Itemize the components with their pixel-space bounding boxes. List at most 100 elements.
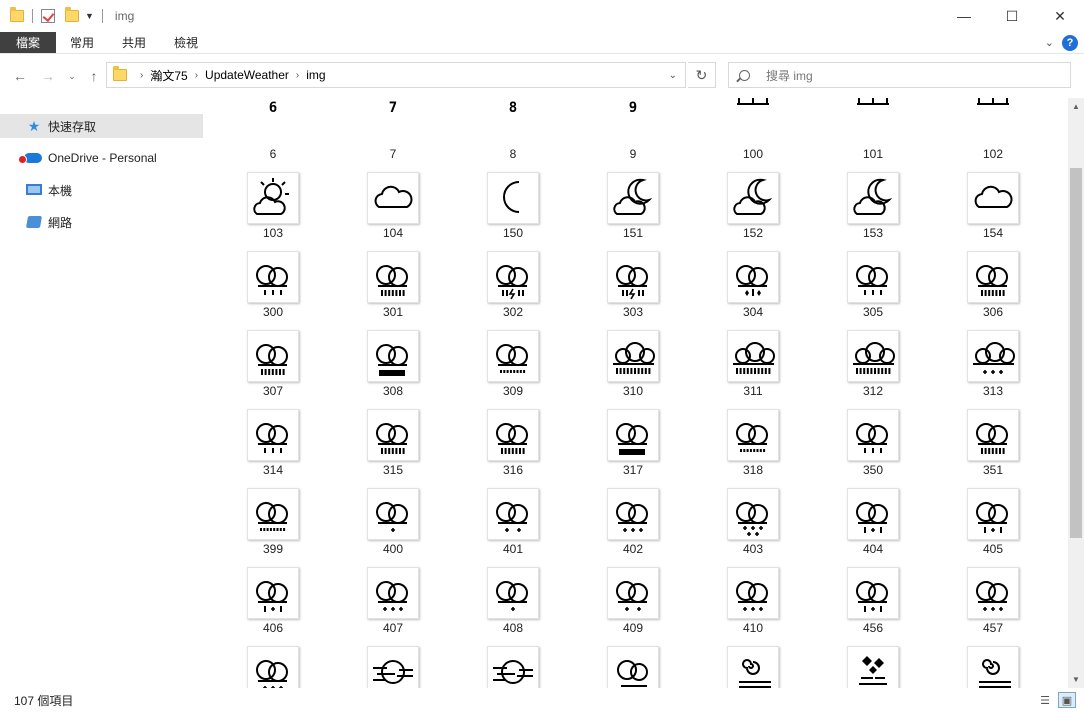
tab-file[interactable]: 檔案	[0, 32, 57, 53]
file-item[interactable]: 504	[840, 628, 960, 688]
file-item[interactable]: 350	[840, 391, 960, 477]
file-item[interactable]: 304	[720, 233, 840, 319]
file-item[interactable]: 153	[840, 154, 960, 240]
breadcrumb-item[interactable]: UpdateWeather	[205, 68, 289, 82]
file-item[interactable]: 104	[360, 154, 480, 240]
vertical-scrollbar[interactable]: ▲ ▼	[1068, 98, 1084, 688]
file-item[interactable]: 501	[480, 628, 600, 688]
file-item[interactable]: 306	[960, 233, 1068, 319]
file-item[interactable]: 351	[960, 391, 1068, 477]
file-item[interactable]: 456	[840, 549, 960, 635]
file-item[interactable]: 402	[600, 470, 720, 556]
new-folder-icon[interactable]	[65, 7, 79, 22]
file-item[interactable]: 312	[840, 312, 960, 398]
large-icons-view-icon[interactable]: ▣	[1058, 692, 1076, 708]
expand-ribbon-icon[interactable]: ⌄	[1045, 36, 1054, 49]
file-item[interactable]: 410	[720, 549, 840, 635]
file-item[interactable]: 457	[960, 549, 1068, 635]
weather-snow-many-icon	[727, 488, 779, 540]
file-item[interactable]: 305	[840, 233, 960, 319]
nav-item-this-pc[interactable]: 本機	[0, 178, 203, 202]
weather-digit-icon: 6	[247, 98, 299, 146]
file-item[interactable]: 99	[600, 98, 720, 161]
file-item[interactable]: 507	[960, 628, 1068, 688]
chevron-right-icon[interactable]: ›	[296, 70, 299, 81]
file-item[interactable]: 318	[720, 391, 840, 477]
nav-item-label: 快速存取	[48, 119, 97, 134]
file-item[interactable]: 307	[240, 312, 360, 398]
file-item[interactable]: 154	[960, 154, 1068, 240]
file-item[interactable]: 500	[360, 628, 480, 688]
scroll-down-icon[interactable]: ▼	[1068, 671, 1084, 688]
properties-icon[interactable]	[41, 9, 55, 23]
chevron-right-icon[interactable]: ›	[140, 70, 143, 81]
file-item[interactable]: 100	[720, 98, 840, 161]
file-item[interactable]: 308	[360, 312, 480, 398]
tab-share[interactable]: 共用	[108, 32, 160, 53]
file-item[interactable]: 103	[240, 154, 360, 240]
forward-button[interactable]: →	[36, 64, 60, 88]
weather-rain-light-icon	[247, 409, 299, 461]
recent-locations-icon[interactable]: ⌄	[60, 64, 84, 88]
star-icon: ★	[27, 118, 41, 134]
file-item[interactable]: 300	[240, 233, 360, 319]
scroll-up-icon[interactable]: ▲	[1068, 98, 1084, 115]
details-view-icon[interactable]: ☰	[1036, 692, 1054, 708]
address-bar[interactable]: › 瀚文75 › UpdateWeather › img ⌄	[106, 62, 686, 88]
file-item[interactable]: 407	[360, 549, 480, 635]
weather-sleet-icon	[247, 567, 299, 619]
maximize-button[interactable]: ☐	[988, 0, 1036, 32]
file-item[interactable]: 311	[720, 312, 840, 398]
file-item[interactable]: 66	[240, 98, 360, 161]
scrollbar-thumb[interactable]	[1070, 168, 1082, 538]
back-button[interactable]: ←	[8, 64, 32, 88]
file-item[interactable]: 152	[720, 154, 840, 240]
file-item[interactable]: 399	[240, 470, 360, 556]
refresh-button[interactable]: ↻	[688, 62, 716, 88]
file-item[interactable]: 315	[360, 391, 480, 477]
file-item[interactable]: 88	[480, 98, 600, 161]
file-item[interactable]: 409	[600, 549, 720, 635]
nav-item-network[interactable]: 網路	[0, 210, 203, 234]
tab-view[interactable]: 檢視	[160, 32, 212, 53]
file-item[interactable]: 151	[600, 154, 720, 240]
file-item[interactable]: 400	[360, 470, 480, 556]
breadcrumb-item[interactable]: img	[306, 68, 325, 82]
file-item[interactable]: 406	[240, 549, 360, 635]
file-item[interactable]: 302	[480, 233, 600, 319]
customize-toolbar-icon[interactable]: ▼	[85, 11, 94, 21]
file-item[interactable]: 313	[960, 312, 1068, 398]
help-icon[interactable]: ?	[1062, 34, 1078, 51]
nav-item-onedrive[interactable]: OneDrive - Personal	[0, 146, 203, 170]
chevron-down-icon[interactable]: ⌄	[669, 70, 677, 81]
file-item[interactable]: 150	[480, 154, 600, 240]
search-input[interactable]: 搜尋 img	[728, 62, 1071, 88]
close-button[interactable]: ✕	[1036, 0, 1084, 32]
file-item[interactable]: 503	[720, 628, 840, 688]
up-button[interactable]: ↑	[82, 64, 106, 88]
file-item[interactable]: 403	[720, 470, 840, 556]
file-item[interactable]: 408	[480, 549, 600, 635]
file-item[interactable]: 301	[360, 233, 480, 319]
file-item[interactable]: 303	[600, 233, 720, 319]
chevron-right-icon[interactable]: ›	[195, 70, 198, 81]
file-item[interactable]: 77	[360, 98, 480, 161]
file-item[interactable]: 310	[600, 312, 720, 398]
minimize-button[interactable]: —	[940, 0, 988, 32]
weather-digit-icon: 8	[487, 98, 539, 146]
file-item[interactable]: 314	[240, 391, 360, 477]
file-item[interactable]: 102	[960, 98, 1068, 161]
file-item[interactable]: 317	[600, 391, 720, 477]
file-item[interactable]: 309	[480, 312, 600, 398]
file-item[interactable]: 502	[600, 628, 720, 688]
weather-rain-bar-icon	[607, 409, 659, 461]
file-item[interactable]: 404	[840, 470, 960, 556]
tab-home[interactable]: 常用	[56, 32, 108, 53]
nav-item-quick-access[interactable]: ★ 快速存取	[0, 114, 203, 138]
file-item[interactable]: 401	[480, 470, 600, 556]
file-item[interactable]: 101	[840, 98, 960, 161]
breadcrumb-item[interactable]: 瀚文75	[150, 67, 187, 84]
file-item[interactable]: 499	[240, 628, 360, 688]
file-item[interactable]: 316	[480, 391, 600, 477]
file-item[interactable]: 405	[960, 470, 1068, 556]
